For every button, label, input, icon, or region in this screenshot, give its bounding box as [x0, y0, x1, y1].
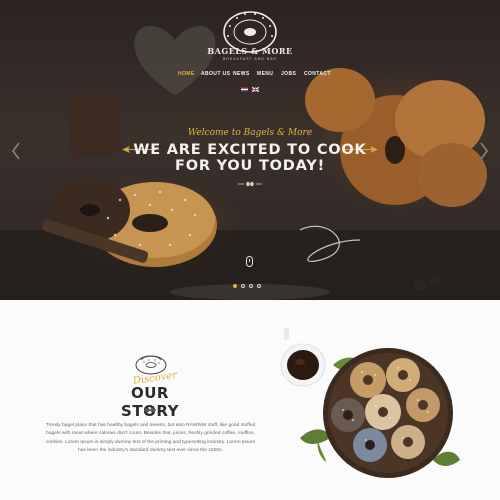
main-nav: HOME ABOUT US NEWS MENU JOBS CONTACT: [0, 71, 500, 81]
story-leaf-icon: [144, 407, 156, 413]
slide-dot-3[interactable]: [249, 284, 253, 288]
hero-headline-line-1: WE ARE EXCITED TO COOK: [133, 142, 367, 158]
nav-item-news[interactable]: NEWS: [233, 71, 250, 77]
slide-dot-4[interactable]: [257, 284, 261, 288]
bagel-bowl-photo: [280, 328, 460, 478]
hero-section: BAGELS & MORE BREAKFAST AND BAR HOME ABO…: [0, 0, 500, 300]
nav-item-menu[interactable]: MENU: [257, 71, 273, 77]
story-title: OUR STORY: [121, 384, 179, 420]
flag-nl-icon[interactable]: [241, 87, 248, 92]
nav-item-home[interactable]: HOME: [178, 71, 195, 77]
nav-item-about-us[interactable]: ABOUT US: [201, 71, 230, 77]
flag-en-icon[interactable]: [252, 87, 259, 92]
nav-item-contact[interactable]: CONTACT: [304, 71, 331, 77]
slide-dot-2[interactable]: [241, 284, 245, 288]
hero-next-arrow-icon[interactable]: [478, 141, 490, 161]
scroll-down-mouse-icon[interactable]: [246, 256, 253, 267]
slide-dot-1[interactable]: [233, 284, 237, 288]
hero-welcome-script: Welcome to Bagels & More: [187, 128, 313, 138]
hero-prev-arrow-icon[interactable]: [10, 141, 22, 161]
nav-item-jobs[interactable]: JOBS: [281, 71, 296, 77]
brand-tagline: BREAKFAST AND BAR: [223, 57, 277, 61]
slider-pagination: [233, 284, 269, 290]
our-story-section: Discover OUR STORY Trendy bagel place th…: [0, 300, 500, 500]
hero-headline-line-2: FOR YOU TODAY!: [175, 158, 325, 174]
leaf-divider-icon: [238, 181, 262, 187]
story-body-text: Trendy bagel place that has healthy bage…: [45, 423, 256, 453]
brand-name: BAGELS & MORE: [207, 46, 293, 56]
